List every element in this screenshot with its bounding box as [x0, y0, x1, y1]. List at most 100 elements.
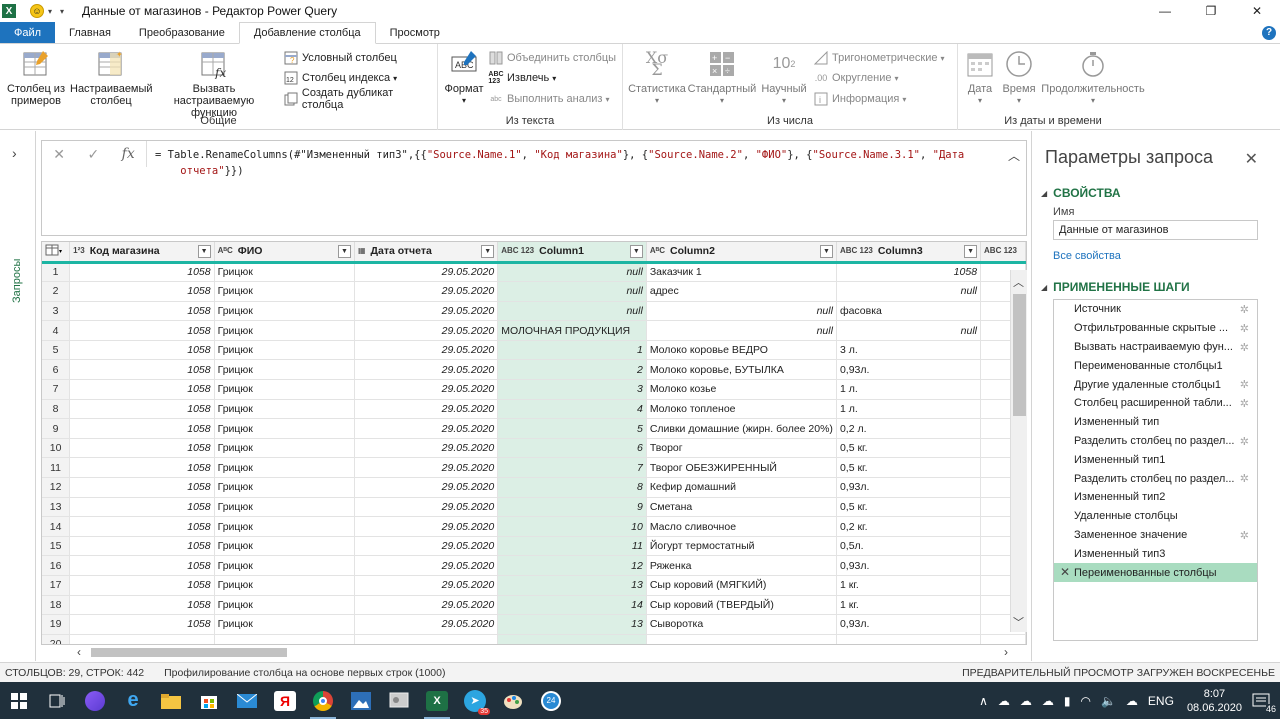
table-row[interactable]: 1 1058 Грицюк 29.05.2020 null Заказчик 1 1058	[42, 262, 1026, 283]
queries-pane[interactable]: › Запросы	[0, 131, 36, 661]
column-filter-dropdown-icon[interactable]: ▼	[819, 245, 833, 258]
applied-step[interactable]: Разделить столбец по раздел... ✲	[1054, 469, 1257, 488]
all-properties-link[interactable]: Все свойства	[1053, 250, 1121, 262]
table-cell[interactable]: 1058	[69, 281, 215, 302]
table-cell[interactable]: 14	[497, 595, 647, 616]
table-cell[interactable]: Грицюк	[214, 555, 355, 576]
formula-bar[interactable]: ✕ ✓ fx = Table.RenameColumns(#"Измененны…	[41, 140, 1027, 236]
table-cell[interactable]: 29.05.2020	[354, 575, 499, 596]
table-cell[interactable]: 29.05.2020	[354, 262, 499, 283]
table-cell[interactable]: 5	[497, 418, 647, 439]
table-cell[interactable]: Заказчик 1	[646, 262, 837, 283]
applied-step[interactable]: Измененный тип	[1054, 413, 1257, 432]
cancel-formula-icon[interactable]: ✕	[53, 146, 65, 163]
table-cell[interactable]: 1058	[69, 516, 215, 537]
table-cell[interactable]: Грицюк	[214, 379, 355, 400]
table-cell[interactable]: 10	[497, 516, 647, 537]
applied-step[interactable]: Столбец расширенной табли... ✲	[1054, 394, 1257, 413]
type-icon[interactable]: ▦	[358, 247, 366, 255]
properties-section-header[interactable]: ◢ СВОЙСТВА	[1041, 186, 1121, 200]
data-preview-grid[interactable]: ▾ 1²3 Код магазина ▼ AᴮC ФИО ▼ ▦ Дата отчета ▼…	[41, 241, 1027, 645]
table-row[interactable]: 10 1058 Грицюк 29.05.2020 6 Творог 0,5 кг.	[42, 438, 1026, 459]
close-pane-icon[interactable]: ✕	[1245, 149, 1258, 169]
vertical-scrollbar[interactable]: ︿ ﹀	[1010, 270, 1027, 632]
table-cell[interactable]: Сыворотка	[646, 614, 837, 635]
time-button[interactable]: Время ▾	[1002, 48, 1036, 107]
column-filter-dropdown-icon[interactable]: ▼	[197, 245, 211, 258]
close-button[interactable]: ✕	[1234, 0, 1280, 22]
table-cell[interactable]: 1 л.	[836, 379, 982, 400]
table-cell[interactable]: 1058	[69, 301, 215, 322]
queries-pane-label[interactable]: Запросы	[11, 259, 23, 303]
table-cell[interactable]: 29.05.2020	[354, 399, 499, 420]
table-cell[interactable]: 29.05.2020	[354, 595, 499, 616]
applied-step[interactable]: Измененный тип2	[1054, 488, 1257, 507]
store-icon[interactable]	[190, 682, 228, 719]
table-row[interactable]: 2 1058 Грицюк 29.05.2020 null адрес null	[42, 281, 1026, 302]
step-settings-gear-icon[interactable]: ✲	[1240, 378, 1249, 391]
table-cell[interactable]	[646, 634, 837, 644]
applied-step[interactable]: Замененное значение ✲	[1054, 526, 1257, 545]
excel-taskbar-icon[interactable]: X	[418, 682, 456, 719]
horizontal-scroll-thumb[interactable]	[91, 648, 287, 657]
table-cell[interactable]: null	[497, 281, 647, 302]
table-cell[interactable]: 2	[497, 359, 647, 381]
table-row[interactable]: 13 1058 Грицюк 29.05.2020 9 Сметана 0,5 кг.	[42, 497, 1026, 518]
fx-icon[interactable]: fx	[122, 146, 135, 162]
table-cell[interactable]: 29.05.2020	[354, 555, 499, 576]
table-cell[interactable]: 0,5 кг.	[836, 438, 982, 459]
scroll-left-icon[interactable]: ‹	[77, 645, 81, 659]
table-cell[interactable]: 1058	[69, 457, 215, 479]
table-cell[interactable]: 1058	[69, 497, 215, 518]
table-row[interactable]: 17 1058 Грицюк 29.05.2020 13 Сыр коровий (МЯГ…	[42, 575, 1026, 596]
table-cell[interactable]: Грицюк	[214, 497, 355, 518]
table-cell[interactable]: 29.05.2020	[354, 281, 499, 302]
alice-assistant-icon[interactable]	[76, 682, 114, 719]
applied-step[interactable]: Измененный тип1	[1054, 450, 1257, 469]
clock[interactable]: 8:07 08.06.2020	[1187, 687, 1242, 715]
table-cell[interactable]: 29.05.2020	[354, 359, 499, 381]
table-cell[interactable]: 1058	[69, 575, 215, 596]
table-cell[interactable]: Кефир домашний	[646, 477, 837, 498]
table-cell[interactable]: 0,93л.	[836, 555, 982, 576]
table-cell[interactable]: 0,93л.	[836, 614, 982, 635]
duplicate-column-button[interactable]: Создать дубликат столбца	[283, 87, 437, 111]
table-cell[interactable]: Молоко топленое	[646, 399, 837, 420]
conditional-column-button[interactable]: ? Условный столбец	[283, 49, 397, 67]
step-settings-gear-icon[interactable]: ✲	[1240, 397, 1249, 410]
profiling-status[interactable]: Профилирование столбца на основе первых …	[164, 667, 445, 679]
table-cell[interactable]: 0,2 л.	[836, 418, 982, 439]
table-cell[interactable]: 29.05.2020	[354, 497, 499, 518]
table-cell[interactable]: 1 кг.	[836, 575, 982, 596]
applied-step[interactable]: Отфильтрованные скрытые ... ✲	[1054, 319, 1257, 338]
quick-access-dropdown-icon[interactable]: ▾	[48, 7, 52, 16]
duration-button[interactable]: Продолжительность ▾	[1040, 48, 1146, 107]
table-cell[interactable]: Сливки домашние (жирн. более 20%)	[646, 418, 837, 439]
table-cell[interactable]: Грицюк	[214, 477, 355, 498]
column-filter-dropdown-icon[interactable]: ▼	[481, 245, 495, 258]
table-cell[interactable]: 1058	[69, 477, 215, 498]
table-cell[interactable]: Грицюк	[214, 457, 355, 479]
table-cell[interactable]: 29.05.2020	[354, 614, 499, 635]
table-row[interactable]: 4 1058 Грицюк 29.05.2020 МОЛОЧНАЯ ПРОДУКЦИЯ n…	[42, 320, 1026, 341]
query-name-input[interactable]: Данные от магазинов	[1053, 220, 1258, 240]
step-settings-gear-icon[interactable]: ✲	[1240, 341, 1249, 354]
applied-step[interactable]: Разделить столбец по раздел... ✲	[1054, 432, 1257, 451]
table-cell[interactable]: null	[836, 320, 982, 341]
invoke-custom-function-button[interactable]: fx Вызвать настраиваемую функцию	[154, 48, 274, 119]
table-cell[interactable]: адрес	[646, 281, 837, 302]
column-header[interactable]: AᴮC Column2 ▼	[646, 242, 837, 264]
table-cell[interactable]: 4	[497, 399, 647, 420]
feedback-smiley-icon[interactable]: ☺	[30, 4, 44, 18]
table-cell[interactable]: 3	[497, 379, 647, 400]
commit-formula-icon[interactable]: ✓	[87, 146, 99, 163]
merge-columns-button[interactable]: Объединить столбцы	[488, 49, 616, 67]
table-cell[interactable]: Грицюк	[214, 516, 355, 537]
app-24-icon[interactable]: 24	[532, 682, 570, 719]
table-cell[interactable]: 1	[497, 340, 647, 361]
table-cell[interactable]: Грицюк	[214, 262, 355, 283]
column-from-examples-button[interactable]: Столбец из примеров	[5, 48, 67, 107]
table-cell[interactable]: 13	[497, 575, 647, 596]
column-header[interactable]: ABC 123	[980, 242, 1026, 264]
table-cell[interactable]: 0,2 кг.	[836, 516, 982, 537]
